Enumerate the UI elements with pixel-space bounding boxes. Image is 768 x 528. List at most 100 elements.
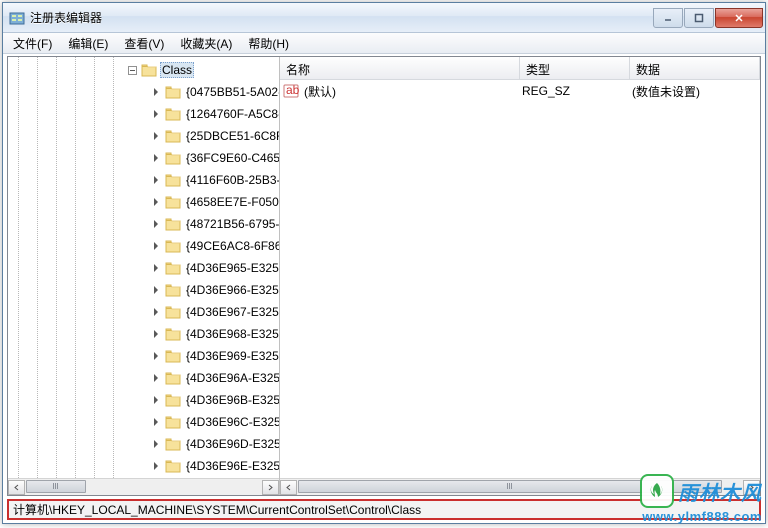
folder-icon [165, 437, 181, 451]
tree-node[interactable]: {4D36E968-E325-11CE-BFC [8, 323, 279, 345]
app-icon [9, 10, 25, 26]
tree-label: {4D36E966-E325-11CE-BFC [184, 282, 279, 298]
col-type[interactable]: 类型 [520, 57, 630, 79]
tree-label: {4D36E968-E325-11CE-BFC [184, 326, 279, 342]
expand-icon[interactable] [150, 373, 161, 384]
folder-icon [165, 217, 181, 231]
expand-icon[interactable] [150, 109, 161, 120]
scroll-left-button[interactable] [8, 480, 25, 495]
string-value-icon: ab [283, 83, 299, 99]
folder-icon [165, 129, 181, 143]
menu-favorites[interactable]: 收藏夹(A) [172, 33, 240, 53]
tree-label: Class [160, 62, 194, 78]
scroll-track[interactable] [25, 480, 262, 495]
folder-icon [141, 63, 157, 77]
tree-node[interactable]: {4D36E96A-E325-11CE-BFC [8, 367, 279, 389]
tree-node[interactable]: {25DBCE51-6C8F-4A72-8A6 [8, 125, 279, 147]
scroll-track[interactable] [297, 480, 743, 495]
expand-icon[interactable] [150, 263, 161, 274]
expand-icon[interactable] [150, 417, 161, 428]
tree-node[interactable]: {4D36E96E-E325-11CE-BFC [8, 455, 279, 477]
tree-pane: Class {0475BB51-5A02-4EE0-B36 {1264760F-A5… [8, 57, 280, 495]
tree-node[interactable]: {4D36E965-E325-11CE-BFC [8, 257, 279, 279]
menu-bar: 文件(F) 编辑(E) 查看(V) 收藏夹(A) 帮助(H) [3, 33, 765, 54]
folder-icon [165, 305, 181, 319]
tree-node[interactable]: {4D36E96C-E325-11CE-BFC [8, 411, 279, 433]
tree-node[interactable]: {36FC9E60-C465-11CF-8056 [8, 147, 279, 169]
tree-label: {4D36E96A-E325-11CE-BFC [184, 370, 279, 386]
menu-view[interactable]: 查看(V) [116, 33, 172, 53]
tree-label: {4D36E96B-E325-11CE-BFC [184, 392, 279, 408]
app-window: 注册表编辑器 文件(F) 编辑(E) 查看(V) 收藏夹(A) 帮助(H) [2, 2, 766, 524]
expand-icon[interactable] [150, 307, 161, 318]
tree-node[interactable]: {48721B56-6795-11D2-B1A [8, 213, 279, 235]
tree-label: {4D36E969-E325-11CE-BFC [184, 348, 279, 364]
tree-label: {4D36E96E-E325-11CE-BFC [184, 458, 279, 474]
folder-icon [165, 261, 181, 275]
tree-node[interactable]: {49CE6AC8-6F86-11D2-B1E [8, 235, 279, 257]
expand-icon[interactable] [150, 241, 161, 252]
tree-node[interactable]: {4D36E96B-E325-11CE-BFC [8, 389, 279, 411]
tree-node[interactable]: {4D36E96F-E325-11CE-BFC [8, 477, 279, 478]
tree-node[interactable]: {4D36E96D-E325-11CE-BFC [8, 433, 279, 455]
folder-icon [165, 327, 181, 341]
expand-icon[interactable] [150, 175, 161, 186]
expand-icon[interactable] [150, 153, 161, 164]
expand-icon[interactable] [150, 461, 161, 472]
folder-icon [165, 393, 181, 407]
list-pane: 名称 类型 数据 ab(默认)REG_SZ(数值未设置) [280, 57, 760, 495]
expand-icon[interactable] [150, 285, 161, 296]
tree-label: {49CE6AC8-6F86-11D2-B1E [184, 238, 279, 254]
tree-label: {4D36E965-E325-11CE-BFC [184, 260, 279, 276]
col-name[interactable]: 名称 [280, 57, 520, 79]
maximize-button[interactable] [684, 8, 714, 28]
expand-icon[interactable] [150, 219, 161, 230]
status-bar: 计算机\HKEY_LOCAL_MACHINE\SYSTEM\CurrentCon… [7, 499, 761, 520]
scroll-thumb[interactable] [298, 480, 722, 493]
tree-label: {4D36E967-E325-11CE-BFC [184, 304, 279, 320]
list-hscroll[interactable] [280, 478, 760, 495]
tree-node[interactable]: {4658EE7E-F050-11D1-B6B [8, 191, 279, 213]
list-header: 名称 类型 数据 [280, 57, 760, 80]
content-area: Class {0475BB51-5A02-4EE0-B36 {1264760F-A5… [7, 56, 761, 496]
tree-label: {1264760F-A5C8-4BFE-B31 [184, 106, 279, 122]
folder-icon [165, 195, 181, 209]
tree-hscroll[interactable] [8, 478, 279, 495]
expand-icon[interactable] [150, 87, 161, 98]
tree-node[interactable]: {4D36E966-E325-11CE-BFC [8, 279, 279, 301]
folder-icon [165, 349, 181, 363]
close-button[interactable] [715, 8, 763, 28]
scroll-thumb[interactable] [26, 480, 86, 493]
status-path: 计算机\HKEY_LOCAL_MACHINE\SYSTEM\CurrentCon… [13, 501, 421, 518]
col-data[interactable]: 数据 [630, 57, 760, 79]
expand-icon[interactable] [150, 351, 161, 362]
expand-icon[interactable] [150, 131, 161, 142]
tree-label: {4658EE7E-F050-11D1-B6B [184, 194, 279, 210]
expand-icon[interactable] [150, 439, 161, 450]
tree-node[interactable]: {4D36E969-E325-11CE-BFC [8, 345, 279, 367]
tree-label: {0475BB51-5A02-4EE0-B36 [184, 84, 279, 100]
menu-file[interactable]: 文件(F) [5, 33, 60, 53]
tree-node[interactable]: {4116F60B-25B3-4662-B73 [8, 169, 279, 191]
title-bar[interactable]: 注册表编辑器 [3, 3, 765, 33]
minimize-button[interactable] [653, 8, 683, 28]
scroll-right-button[interactable] [262, 480, 279, 495]
window-title: 注册表编辑器 [30, 9, 653, 26]
expand-icon[interactable] [150, 329, 161, 340]
cell-name: (默认) [302, 83, 520, 100]
tree-node[interactable]: {4D36E967-E325-11CE-BFC [8, 301, 279, 323]
expand-icon[interactable] [150, 395, 161, 406]
list-row[interactable]: ab(默认)REG_SZ(数值未设置) [280, 82, 760, 100]
tree-node[interactable]: {1264760F-A5C8-4BFE-B31 [8, 103, 279, 125]
tree-view[interactable]: Class {0475BB51-5A02-4EE0-B36 {1264760F-A5… [8, 57, 279, 478]
collapse-icon[interactable] [128, 66, 137, 75]
menu-help[interactable]: 帮助(H) [240, 33, 297, 53]
list-body[interactable]: ab(默认)REG_SZ(数值未设置) [280, 80, 760, 478]
scroll-left-button[interactable] [280, 480, 297, 495]
menu-edit[interactable]: 编辑(E) [60, 33, 116, 53]
tree-node[interactable]: {0475BB51-5A02-4EE0-B36 [8, 81, 279, 103]
expand-icon[interactable] [150, 197, 161, 208]
scroll-right-button[interactable] [743, 480, 760, 495]
tree-label: {36FC9E60-C465-11CF-8056 [184, 150, 279, 166]
tree-node-class[interactable]: Class [8, 59, 279, 81]
